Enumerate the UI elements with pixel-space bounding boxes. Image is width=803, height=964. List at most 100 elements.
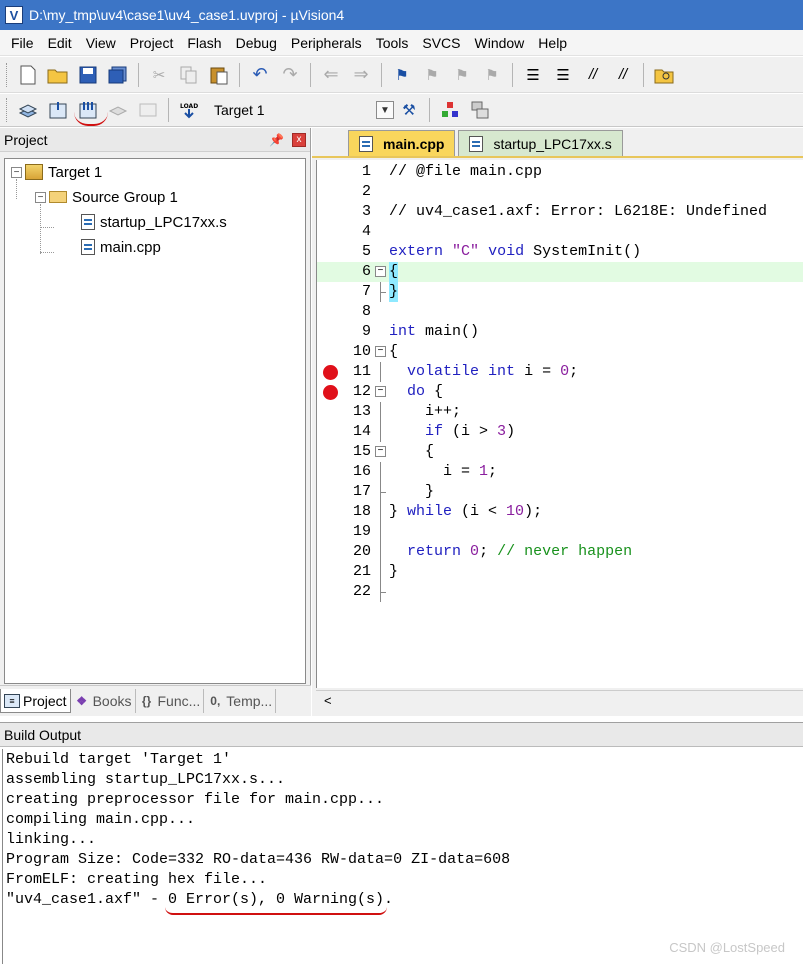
- toolbar-separator: [381, 62, 382, 87]
- toolbar-grip[interactable]: [6, 98, 10, 122]
- previous-bookmark-icon[interactable]: ⚑: [420, 63, 444, 87]
- collapse-icon[interactable]: −: [35, 191, 46, 203]
- target-options-icon[interactable]: ⚒: [397, 98, 421, 122]
- line-number: 15: [352, 443, 371, 460]
- fold-collapse-icon[interactable]: −: [375, 346, 386, 357]
- project-tree: − Target 1 − Source Group 1 startup_LPC1…: [4, 158, 306, 684]
- code-text: {: [389, 443, 435, 460]
- line-number: 7: [361, 283, 371, 300]
- project-window-icon: ≡: [4, 693, 20, 708]
- code-editor[interactable]: 1 // @file main.cpp 2 3 // uv4_case1.axf: …: [316, 160, 803, 688]
- tab-templates[interactable]: 0, Temp...: [204, 689, 277, 713]
- code-text: } while (i < 10);: [389, 503, 543, 520]
- save-icon[interactable]: [76, 63, 100, 87]
- line-number: 18: [352, 503, 371, 520]
- fold-line: [380, 462, 381, 482]
- line-number: 1: [361, 163, 371, 180]
- source-file-icon: [81, 239, 95, 255]
- code-text: {: [389, 343, 399, 360]
- pin-icon[interactable]: 📌: [269, 133, 284, 147]
- tree-item-file[interactable]: startup_LPC17xx.s: [81, 211, 227, 233]
- redo-icon[interactable]: ↷: [278, 63, 302, 87]
- tab-books-label: Books: [92, 693, 132, 709]
- line-number: 8: [361, 303, 371, 320]
- menu-debug[interactable]: Debug: [229, 35, 284, 51]
- toolbar-grip[interactable]: [6, 62, 10, 87]
- insert-bookmark-icon[interactable]: ⚑: [390, 63, 414, 87]
- editor-tabs: main.cpp startup_LPC17xx.s: [312, 128, 803, 158]
- menu-file[interactable]: File: [4, 35, 41, 51]
- batch-build-icon[interactable]: [106, 98, 130, 122]
- open-folder-icon[interactable]: [46, 63, 70, 87]
- file-extensions-icon[interactable]: [468, 98, 492, 122]
- target-select[interactable]: Target 1 ▼: [208, 98, 394, 122]
- manage-components-icon[interactable]: [438, 98, 462, 122]
- code-text: if (i > 3): [425, 423, 516, 440]
- tree-item-target[interactable]: − Target 1: [11, 161, 102, 183]
- navigate-back-icon[interactable]: ⇐: [319, 63, 343, 87]
- paste-icon[interactable]: [207, 63, 231, 87]
- menu-svcs[interactable]: SVCS: [415, 35, 467, 51]
- stop-build-icon[interactable]: [136, 98, 160, 122]
- tab-books[interactable]: ❖ Books: [71, 689, 136, 713]
- tree-item-file[interactable]: main.cpp: [81, 236, 161, 258]
- translate-icon[interactable]: [16, 98, 40, 122]
- tree-item-source-group[interactable]: − Source Group 1: [35, 186, 178, 208]
- menu-peripherals[interactable]: Peripherals: [284, 35, 369, 51]
- templates-icon: 0,: [210, 694, 221, 708]
- code-text: {: [389, 262, 399, 282]
- fold-collapse-icon[interactable]: −: [375, 386, 386, 397]
- menu-help[interactable]: Help: [531, 35, 574, 51]
- navigate-forward-icon[interactable]: ⇒: [349, 63, 373, 87]
- chevron-down-icon[interactable]: ▼: [376, 101, 394, 119]
- toolbar-separator: [643, 62, 644, 87]
- tab-functions[interactable]: {} Func...: [136, 689, 205, 713]
- clear-bookmarks-icon[interactable]: ⚑: [480, 63, 504, 87]
- line-number: 2: [361, 183, 371, 200]
- code-text: // uv4_case1.axf: Error: L6218E: Undefin…: [389, 203, 768, 220]
- menu-tools[interactable]: Tools: [369, 35, 416, 51]
- code-line: 18 } while (i < 10);: [317, 502, 803, 522]
- output-line: FromELF: creating hex file...: [6, 871, 268, 888]
- menu-edit[interactable]: Edit: [41, 35, 79, 51]
- code-text: i++;: [389, 403, 462, 420]
- window-title: D:\my_tmp\uv4\case1\uv4_case1.uvproj - µ…: [29, 7, 345, 23]
- download-load-icon[interactable]: LOAD: [177, 98, 201, 122]
- code-text: }: [389, 563, 399, 580]
- tab-main-cpp[interactable]: main.cpp: [348, 130, 456, 156]
- line-number: 4: [361, 223, 371, 240]
- build-output-text[interactable]: Rebuild target 'Target 1' assembling sta…: [2, 749, 803, 964]
- uncomment-icon[interactable]: //: [611, 63, 635, 87]
- indent-icon[interactable]: ☰: [521, 63, 545, 87]
- breakpoint-icon[interactable]: [323, 385, 338, 400]
- fold-collapse-icon[interactable]: −: [375, 446, 386, 457]
- tab-startup-s[interactable]: startup_LPC17xx.s: [458, 130, 623, 156]
- next-bookmark-icon[interactable]: ⚑: [450, 63, 474, 87]
- tab-project[interactable]: ≡ Project: [0, 689, 71, 713]
- copy-icon[interactable]: [177, 63, 201, 87]
- books-icon: ❖: [76, 694, 87, 708]
- close-icon[interactable]: x: [292, 132, 306, 147]
- build-output-header: Build Output: [0, 723, 803, 747]
- comment-icon[interactable]: //: [581, 63, 605, 87]
- fold-collapse-icon[interactable]: −: [375, 266, 386, 277]
- menu-view[interactable]: View: [79, 35, 123, 51]
- collapse-icon[interactable]: −: [11, 166, 22, 178]
- build-icon[interactable]: [46, 98, 70, 122]
- horizontal-scrollbar[interactable]: <: [316, 690, 803, 710]
- find-in-files-icon[interactable]: [652, 63, 676, 87]
- output-line: compiling main.cpp...: [6, 811, 196, 828]
- unindent-icon[interactable]: ☰: [551, 63, 575, 87]
- menu-window[interactable]: Window: [468, 35, 532, 51]
- menu-project[interactable]: Project: [123, 35, 181, 51]
- menu-flash[interactable]: Flash: [180, 35, 228, 51]
- save-all-icon[interactable]: [106, 63, 130, 87]
- undo-icon[interactable]: ↶: [248, 63, 272, 87]
- build-toolbar: LOAD Target 1 ▼ ⚒: [0, 94, 803, 127]
- fold-line: [380, 522, 381, 542]
- editor-area: main.cpp startup_LPC17xx.s 1 // @file mai…: [312, 128, 803, 716]
- breakpoint-icon[interactable]: [323, 365, 338, 380]
- new-file-icon[interactable]: [16, 63, 40, 87]
- scroll-left-icon[interactable]: <: [324, 693, 332, 708]
- cut-icon[interactable]: ✂: [147, 63, 171, 87]
